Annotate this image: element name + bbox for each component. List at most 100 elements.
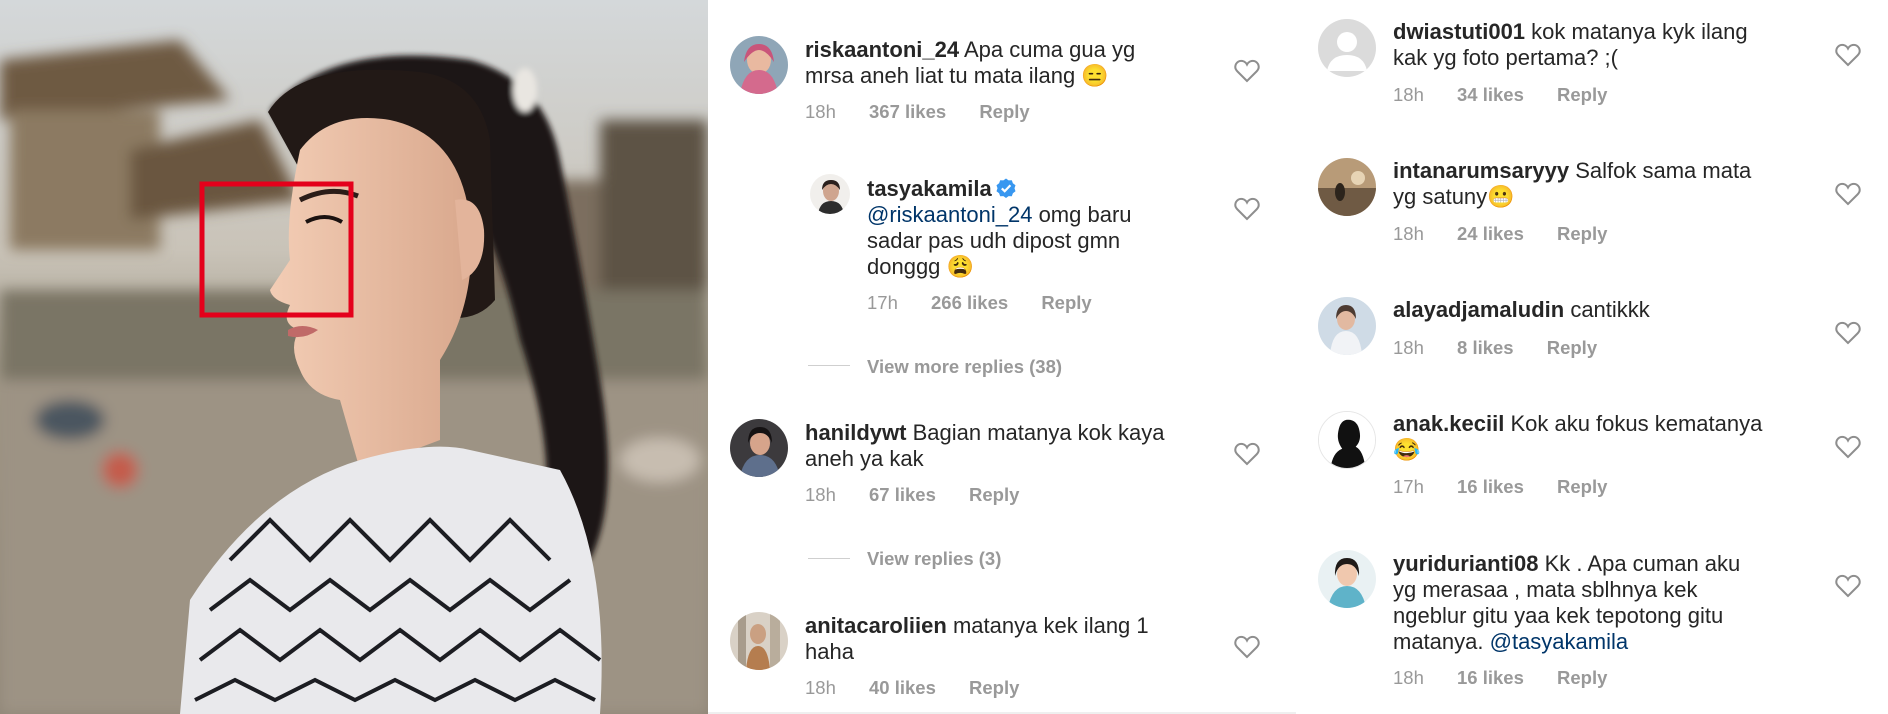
comment-body-cont: yg merasaa , mata sblhnya kek [1393,577,1698,602]
comment-time[interactable]: 18h [1393,223,1424,245]
view-replies-button[interactable]: View replies (3) [867,548,1001,570]
avatar[interactable] [730,36,788,94]
comment-username[interactable]: yuridurianti08 [1393,551,1538,576]
comment-body-cont: aneh ya kak [805,446,924,471]
avatar[interactable] [730,612,788,670]
comment-meta: 18h 367 likes Reply [805,101,1030,123]
reply-button[interactable]: Reply [1557,667,1607,689]
comment-username[interactable]: riskaantoni_24 [805,37,959,62]
comment-time[interactable]: 18h [805,101,836,123]
comment-text: dwiastuti001 kok matanya kyk ilang kak y… [1393,19,1813,71]
comment-time[interactable]: 18h [805,484,836,506]
view-more-replies-button[interactable]: View more replies (38) [867,356,1062,378]
comment-time[interactable]: 17h [1393,476,1424,498]
reply-button[interactable]: Reply [979,101,1029,123]
heart-icon[interactable] [1835,574,1861,598]
comment-username[interactable]: dwiastuti001 [1393,19,1525,44]
heart-icon[interactable] [1234,197,1260,221]
heart-icon[interactable] [1234,442,1260,466]
mention-link[interactable]: @tasyakamila [1490,629,1629,654]
comment-username[interactable]: intanarumsaryyy [1393,158,1569,183]
comment-meta: 18h 8 likes Reply [1393,337,1597,359]
comment-time[interactable]: 17h [867,292,898,314]
reply-button[interactable]: Reply [1557,223,1607,245]
comment-text: intanarumsaryyy Salfok sama mata yg satu… [1393,158,1813,210]
comment-likes[interactable]: 34 likes [1457,84,1524,106]
comment-likes[interactable]: 40 likes [869,677,936,699]
comment-username[interactable]: anak.keciil [1393,411,1504,436]
comment-meta: 18h 34 likes Reply [1393,84,1607,106]
heart-icon[interactable] [1835,182,1861,206]
reply-button[interactable]: Reply [969,484,1019,506]
comment-body-cont: haha [805,639,854,664]
comment-body-cont: sadar pas udh dipost gmn [867,228,1121,253]
divider-line [808,365,850,366]
reply-button[interactable]: Reply [1041,292,1091,314]
comment-username[interactable]: alayadjamaludin [1393,297,1564,322]
avatar[interactable] [1318,550,1376,608]
comment-time[interactable]: 18h [805,677,836,699]
comment-meta: 18h 16 likes Reply [1393,667,1607,689]
verified-badge-icon [996,178,1016,198]
comment-likes[interactable]: 16 likes [1457,667,1524,689]
comment-meta: 18h 24 likes Reply [1393,223,1607,245]
reply-button[interactable]: Reply [1557,476,1607,498]
heart-icon[interactable] [1835,43,1861,67]
avatar[interactable] [730,419,788,477]
comment-body-cont: ngeblur gitu yaa kek tepotong gitu [1393,603,1724,628]
comment-time[interactable]: 18h [1393,667,1424,689]
heart-icon[interactable] [1835,435,1861,459]
comment-body: Kok aku fokus kematanya [1510,411,1763,436]
avatar[interactable] [1318,297,1376,355]
comment-text: riskaantoni_24 Apa cuma gua yg mrsa aneh… [805,37,1205,89]
comment-body: cantikkk [1570,297,1650,322]
comment-username[interactable]: anitacaroliien [805,613,947,638]
comment-text: alayadjamaludin cantikkk [1393,297,1813,323]
reply-button[interactable]: Reply [1557,84,1607,106]
comment-meta: 17h 16 likes Reply [1393,476,1607,498]
comment-likes[interactable]: 67 likes [869,484,936,506]
reply-button[interactable]: Reply [969,677,1019,699]
heart-icon[interactable] [1234,635,1260,659]
comment-body: Kk . Apa cuman aku [1544,551,1741,576]
post-photo [0,0,708,714]
avatar[interactable] [1318,158,1376,216]
comment-body-cont: kak yg foto pertama? ;( [1393,45,1618,70]
comment-body: Salfok sama mata [1575,158,1752,183]
comment-meta: 17h 266 likes Reply [867,292,1092,314]
comment-body: Bagian matanya kok kaya [912,420,1165,445]
reply-button[interactable]: Reply [1547,337,1597,359]
comment-text: yuridurianti08 Kk . Apa cuman aku yg mer… [1393,551,1833,655]
comment-username[interactable]: hanildywt [805,420,906,445]
comment-text: anitacaroliien matanya kek ilang 1 haha [805,613,1205,665]
comment-meta: 18h 67 likes Reply [805,484,1019,506]
comment-body-cont: matanya. [1393,629,1484,654]
comment-time[interactable]: 18h [1393,337,1424,359]
mention-link[interactable]: @riskaantoni_24 [867,202,1032,227]
comment-likes[interactable]: 24 likes [1457,223,1524,245]
comment-body: matanya kek ilang 1 [952,613,1149,638]
heart-icon[interactable] [1234,59,1260,83]
comment-text: hanildywt Bagian matanya kok kaya aneh y… [805,420,1205,472]
comment-body-cont: 😂 [1393,437,1421,462]
photo-of-woman-profile-icon [0,0,708,714]
comment-body-cont: mrsa aneh liat tu mata ilang 😑 [805,63,1109,88]
comment-likes[interactable]: 16 likes [1457,476,1524,498]
comment-username[interactable]: tasyakamila [867,176,992,201]
comment-likes[interactable]: 266 likes [931,292,1008,314]
comment-likes[interactable]: 8 likes [1457,337,1514,359]
comment-text: anak.keciil Kok aku fokus kematanya 😂 [1393,411,1813,463]
comment-body-cont: donggg 😩 [867,254,974,279]
avatar[interactable] [810,174,850,214]
comment-likes[interactable]: 367 likes [869,101,946,123]
comment-body: Apa cuma gua yg [963,37,1136,62]
comment-body: omg baru [1038,202,1132,227]
comment-text: tasyakamila @riskaantoni_24 omg baru sad… [867,176,1227,280]
comment-body: kok matanya kyk ilang [1531,19,1748,44]
comment-time[interactable]: 18h [1393,84,1424,106]
comments-column-middle: riskaantoni_24 Apa cuma gua yg mrsa aneh… [708,0,1296,714]
heart-icon[interactable] [1835,321,1861,345]
avatar[interactable] [1318,411,1376,469]
default-avatar-icon[interactable] [1318,19,1376,77]
comments-column-right: dwiastuti001 kok matanya kyk ilang kak y… [1296,0,1888,714]
